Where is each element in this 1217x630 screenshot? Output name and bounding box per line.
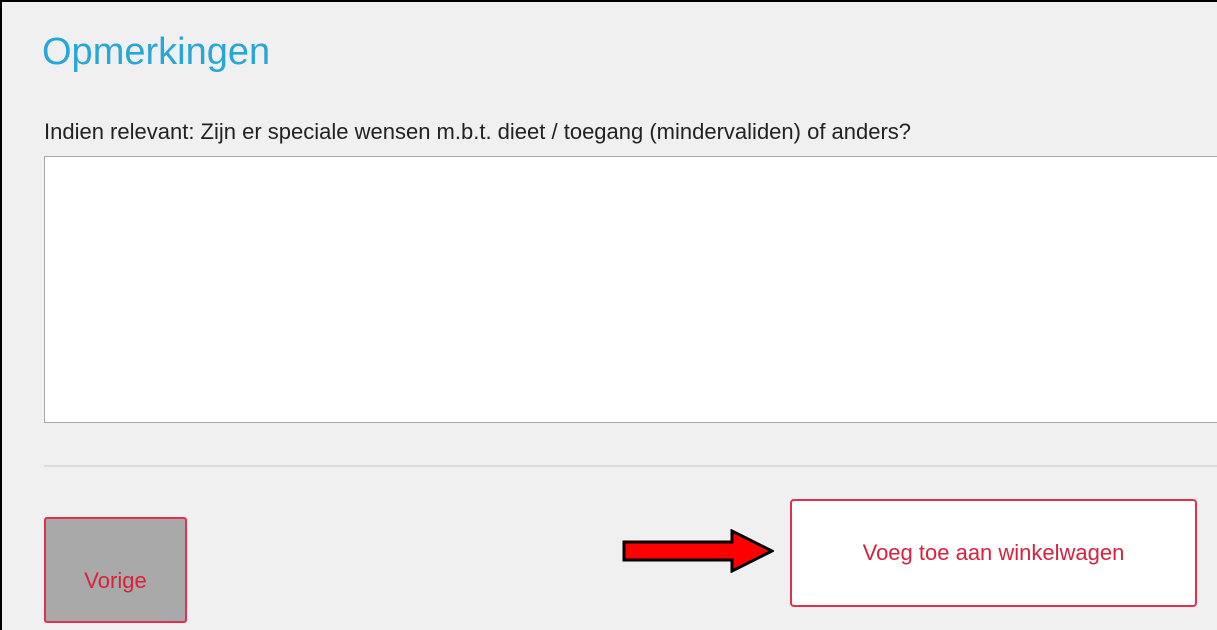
back-button[interactable]: Vorige [44, 517, 187, 623]
comments-panel: Opmerkingen Indien relevant: Zijn er spe… [0, 0, 1217, 630]
page-title: Opmerkingen [42, 31, 271, 73]
comments-field-label: Indien relevant: Zijn er speciale wensen… [44, 119, 912, 144]
comments-textarea[interactable] [44, 156, 1217, 423]
add-to-cart-button[interactable]: Voeg toe aan winkelwagen [790, 499, 1197, 607]
divider [44, 465, 1217, 467]
arrow-right-icon [622, 529, 774, 573]
